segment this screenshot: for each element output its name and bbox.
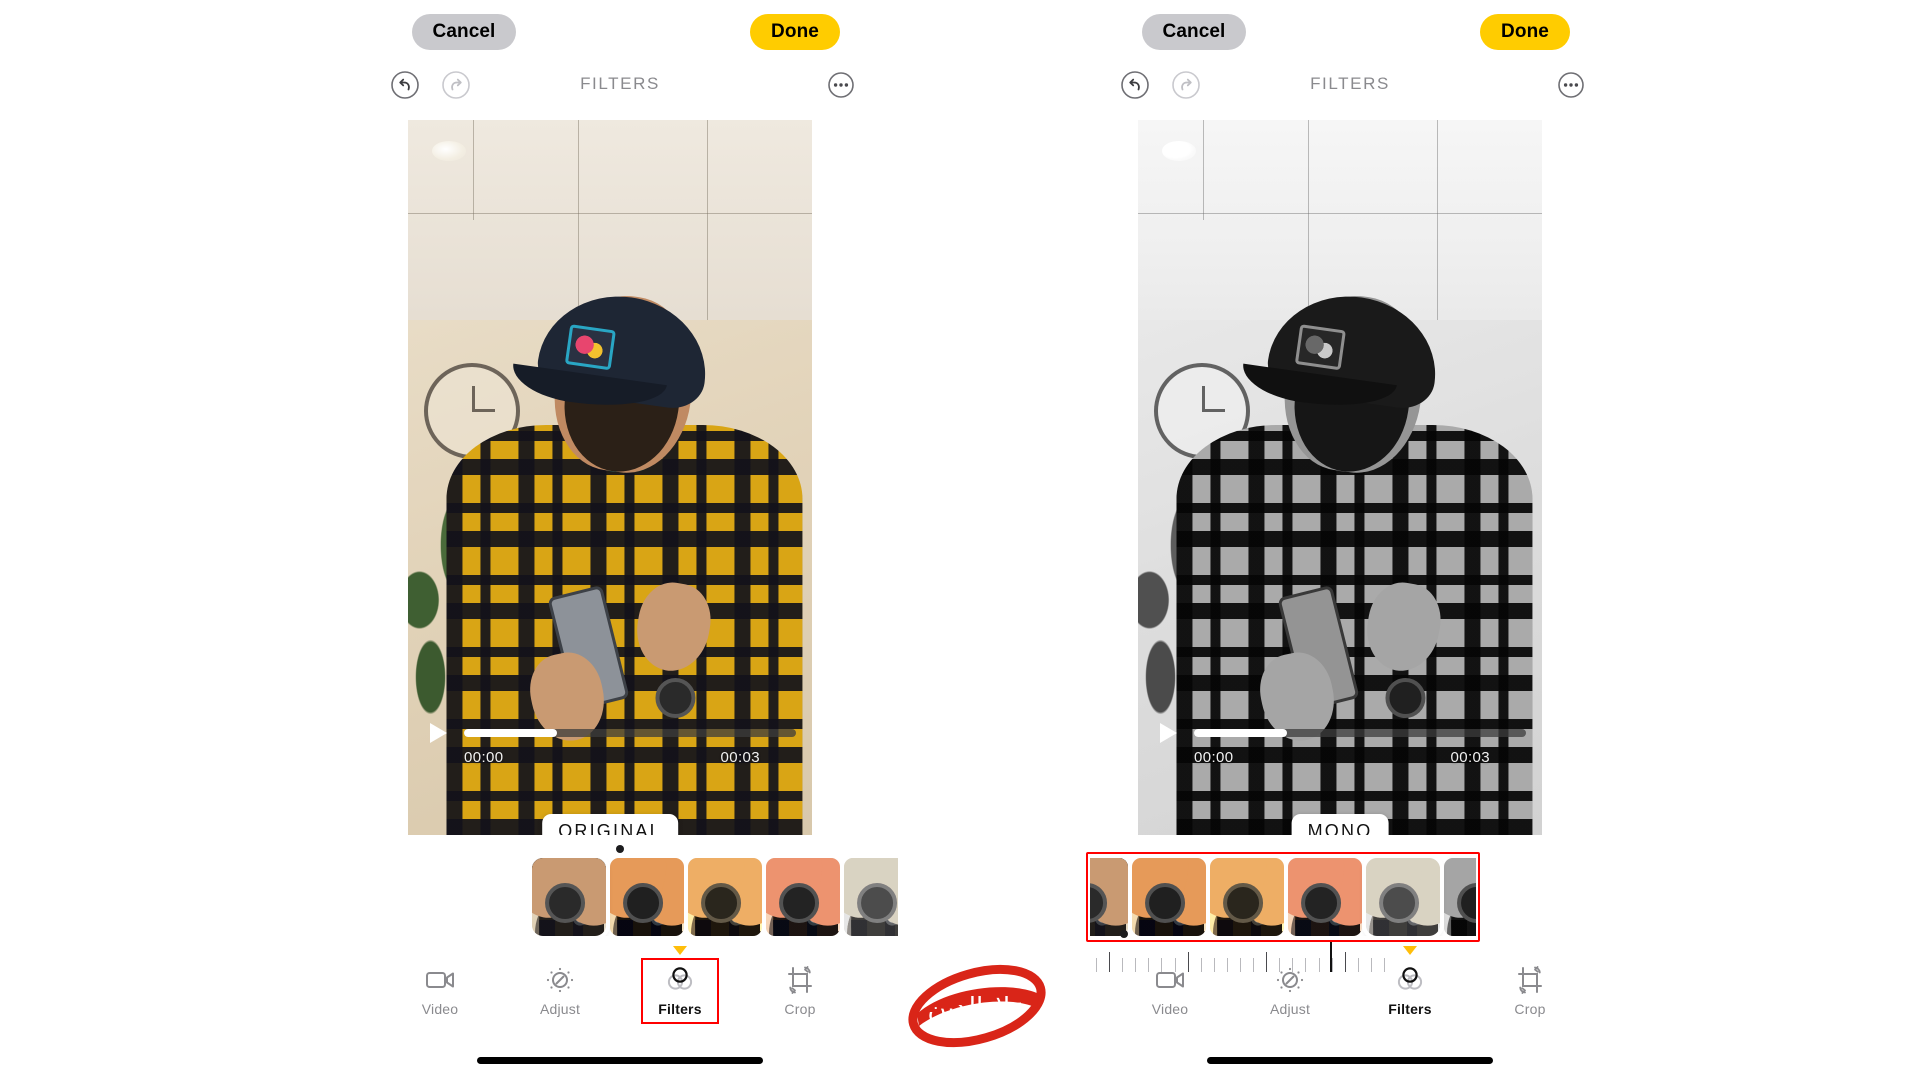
page-indicator-dot xyxy=(1120,930,1128,938)
filter-thumbnail[interactable] xyxy=(1288,858,1362,936)
play-button[interactable] xyxy=(1160,723,1177,743)
cancel-button[interactable]: Cancel xyxy=(412,14,516,50)
video-scene xyxy=(1210,858,1284,936)
time-total: 00:03 xyxy=(1450,749,1490,766)
home-indicator xyxy=(477,1057,763,1064)
video-preview[interactable]: 00:00 00:03 MONO xyxy=(1138,120,1542,835)
scrubber-track[interactable] xyxy=(464,729,796,737)
tab-adjust-label: Adjust xyxy=(1269,1001,1311,1017)
play-button[interactable] xyxy=(430,723,447,743)
panel-left-original: Cancel Done FILTERS 00:00 00:03 ORIGINAL… xyxy=(340,0,900,1080)
video-scene xyxy=(1090,858,1128,936)
tab-filters-label: Filters xyxy=(1388,1001,1432,1017)
video-playback-controls: 00:00 00:03 xyxy=(1138,721,1542,777)
tab-video[interactable]: Video xyxy=(407,960,473,1022)
filter-thumbnail[interactable] xyxy=(1210,858,1284,936)
cancel-button[interactable]: Cancel xyxy=(1142,14,1246,50)
filter-name-badge: ORIGINAL xyxy=(542,814,678,835)
filter-thumbnail[interactable] xyxy=(1090,858,1128,936)
filter-thumbnail[interactable] xyxy=(1132,858,1206,936)
editor-header-left: FILTERS xyxy=(340,70,900,106)
time-current: 00:00 xyxy=(464,749,504,766)
page-title: FILTERS xyxy=(1310,74,1390,93)
tab-crop[interactable]: Crop xyxy=(1497,960,1563,1022)
screenshot-stage: Cancel Done FILTERS 00:00 00:03 ORIGINAL… xyxy=(0,0,1920,1080)
video-scene xyxy=(688,858,762,936)
editor-tool-tabs: Video Adjust Filters Crop xyxy=(1070,946,1630,1022)
editor-tool-tabs: Video Adjust Filters Crop xyxy=(340,946,900,1024)
video-scene xyxy=(610,858,684,936)
tab-video-label: Video xyxy=(421,1001,459,1017)
scrubber-fill xyxy=(1194,729,1287,737)
page-title: FILTERS xyxy=(580,74,660,93)
active-tab-caret-icon xyxy=(1403,946,1417,955)
scrubber-track[interactable] xyxy=(1194,729,1526,737)
tab-video[interactable]: Video xyxy=(1137,960,1203,1022)
time-total: 00:03 xyxy=(720,749,760,766)
filter-name-badge: MONO xyxy=(1291,814,1389,835)
editor-header-right: FILTERS xyxy=(1070,70,1630,106)
ellipsis-circle-icon[interactable] xyxy=(826,70,856,100)
video-scene xyxy=(1132,858,1206,936)
brand-watermark-text: علاءالدین xyxy=(927,993,1026,1023)
page-indicator-dot xyxy=(616,845,624,853)
tab-crop-label: Crop xyxy=(784,1001,816,1017)
filter-thumbnail[interactable] xyxy=(688,858,762,936)
video-scene xyxy=(1366,858,1440,936)
panel-right-mono: Cancel Done FILTERS 00:00 00:03 MONO Vid… xyxy=(1070,0,1630,1080)
top-action-bar-right: Cancel Done xyxy=(1070,14,1630,56)
done-button[interactable]: Done xyxy=(1480,14,1570,50)
video-scene xyxy=(766,858,840,936)
tab-filters[interactable]: Filters xyxy=(641,946,719,1024)
ellipsis-circle-icon[interactable] xyxy=(1556,70,1586,100)
tab-crop-label: Crop xyxy=(1514,1001,1546,1017)
video-playback-controls: 00:00 00:03 xyxy=(408,721,812,777)
time-current: 00:00 xyxy=(1194,749,1234,766)
scrubber-fill xyxy=(464,729,557,737)
video-scene xyxy=(1288,858,1362,936)
tab-video-label: Video xyxy=(1151,1001,1189,1017)
tab-adjust-label: Adjust xyxy=(539,1001,581,1017)
done-button[interactable]: Done xyxy=(750,14,840,50)
filter-thumbnail[interactable] xyxy=(1362,858,1444,936)
active-tab-caret-icon xyxy=(673,946,687,955)
filter-thumbnail[interactable] xyxy=(532,858,610,936)
home-indicator xyxy=(1207,1057,1493,1064)
filter-thumbnail-strip[interactable] xyxy=(1090,858,1476,936)
tab-adjust[interactable]: Adjust xyxy=(527,960,593,1022)
tab-filters[interactable]: Filters xyxy=(1377,946,1443,1022)
brand-watermark-logo: علاءالدین xyxy=(905,960,1050,1052)
tab-filters-label: Filters xyxy=(658,1001,702,1017)
filter-thumbnail-strip[interactable] xyxy=(532,858,898,936)
video-scene xyxy=(1444,858,1476,936)
filter-thumbnail[interactable] xyxy=(766,858,840,936)
tab-adjust[interactable]: Adjust xyxy=(1257,960,1323,1022)
tab-crop[interactable]: Crop xyxy=(767,960,833,1022)
top-action-bar-left: Cancel Done xyxy=(340,14,900,56)
video-scene xyxy=(844,858,898,936)
filter-thumbnail[interactable] xyxy=(844,858,898,936)
filter-thumbnail[interactable] xyxy=(1444,858,1476,936)
filter-thumbnail[interactable] xyxy=(610,858,684,936)
video-preview[interactable]: 00:00 00:03 ORIGINAL xyxy=(408,120,812,835)
video-scene xyxy=(532,858,606,936)
